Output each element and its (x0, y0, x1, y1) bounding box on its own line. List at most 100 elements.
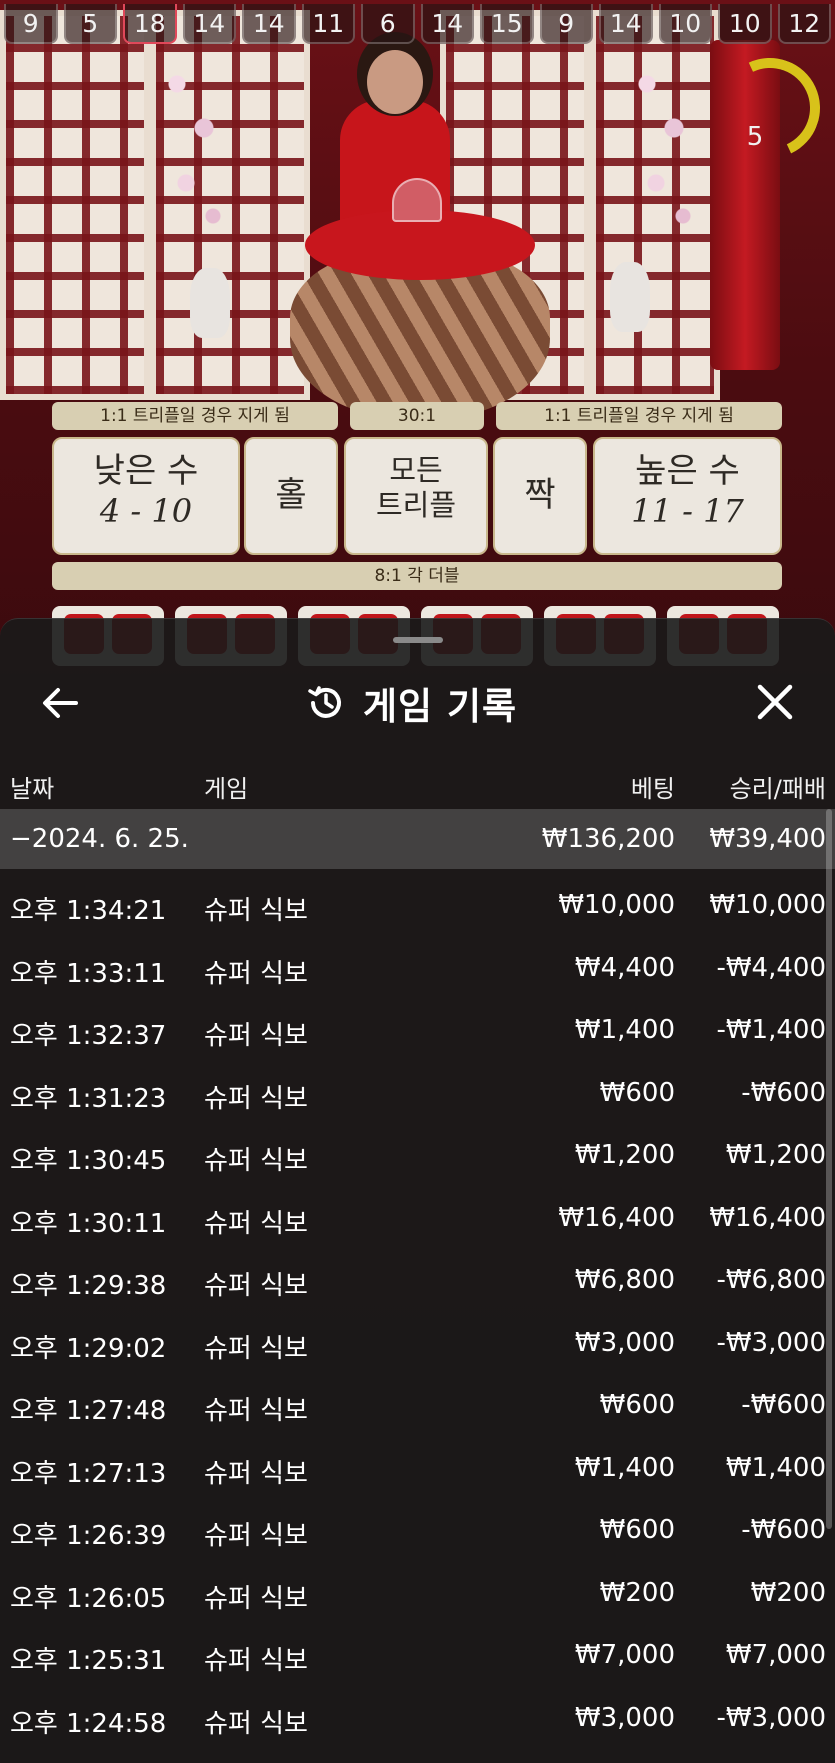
column-game: 게임 (204, 775, 249, 803)
table-row[interactable]: 오후 1:32:37 슈퍼 식보 ₩1,400 -₩1,400 (0, 1000, 835, 1063)
row-game: 슈퍼 식보 (204, 1083, 308, 1114)
row-time: 오후 1:30:45 (10, 1146, 167, 1176)
row-time: 오후 1:26:39 (10, 1521, 167, 1551)
bet-odd-label: 홀 (275, 475, 307, 515)
recent-result: 14 (242, 4, 296, 44)
bet-any-triple-line1: 모든 (389, 453, 443, 487)
recent-result: 14 (599, 4, 653, 44)
table-row[interactable]: 오후 1:26:39 슈퍼 식보 ₩600 -₩600 (0, 1500, 835, 1563)
scrollbar[interactable] (826, 809, 832, 1529)
row-bet: ₩4,400 (574, 952, 675, 983)
panel-title-group: 게임 기록 (305, 679, 518, 728)
date-group-row[interactable]: −2024. 6. 25. ₩136,200 ₩39,400 (0, 809, 835, 869)
table-row[interactable]: 오후 1:24:58 슈퍼 식보 ₩3,000 -₩3,000 (0, 1688, 835, 1751)
row-bet: ₩600 (599, 1390, 675, 1420)
table-row[interactable]: 오후 1:25:31 슈퍼 식보 ₩7,000 ₩7,000 (0, 1625, 835, 1688)
small-payout-note: 1:1 트리플일 경우 지게 됨 (52, 402, 338, 430)
history-rows: 오후 1:34:21 슈퍼 식보 ₩10,000 ₩10,000 오후 1:33:11 슈… (0, 869, 835, 1750)
panel-header: 게임 기록 (0, 657, 835, 747)
back-button[interactable] (36, 679, 84, 727)
bet-small-range: 4 - 10 (99, 491, 193, 530)
recent-result: 9 (4, 4, 58, 44)
date-group-bet-total: ₩136,200 (541, 824, 675, 854)
bet-small[interactable]: 낮은 수 4 - 10 (52, 437, 240, 555)
close-button[interactable] (750, 677, 800, 727)
row-bet: ₩1,400 (574, 1015, 675, 1045)
row-result: -₩600 (741, 1390, 826, 1420)
table-row[interactable]: 오후 1:30:45 슈퍼 식보 ₩1,200 ₩1,200 (0, 1125, 835, 1188)
row-result: -₩4,400 (716, 952, 826, 983)
bet-even[interactable]: 짝 (493, 437, 587, 555)
recent-result: 6 (361, 4, 415, 44)
dealer-head (367, 50, 423, 114)
bet-odd[interactable]: 홀 (244, 437, 338, 555)
row-result: -₩600 (741, 1077, 826, 1108)
row-game: 슈퍼 식보 (204, 1583, 308, 1614)
table-row[interactable]: 오후 1:34:21 슈퍼 식보 ₩10,000 ₩10,000 (0, 875, 835, 938)
row-time: 오후 1:34:21 (10, 896, 167, 926)
arrow-left-icon (43, 688, 78, 718)
row-time: 오후 1:29:38 (10, 1271, 167, 1301)
date-group-date: −2024. 6. 25. (10, 824, 189, 854)
row-bet: ₩1,400 (574, 1452, 675, 1483)
row-time: 오후 1:27:48 (10, 1396, 167, 1426)
bet-even-label: 짝 (524, 475, 556, 515)
recent-result: 10 (658, 4, 712, 44)
row-time: 오후 1:31:23 (10, 1083, 167, 1114)
bet-small-label: 낮은 수 (93, 451, 199, 491)
panel-title: 게임 기록 (363, 685, 518, 728)
row-bet: ₩7,000 (574, 1640, 675, 1670)
table-row[interactable]: 오후 1:31:23 슈퍼 식보 ₩600 -₩600 (0, 1063, 835, 1126)
row-time: 오후 1:33:11 (10, 958, 167, 989)
table-header: 날짜 게임 베팅 승리/패배 (0, 759, 835, 809)
row-time: 오후 1:25:31 (10, 1646, 167, 1676)
recent-results-strip: 9 5 18 14 14 11 6 14 15 9 14 10 10 12 (0, 0, 835, 44)
table-row[interactable]: 오후 1:26:05 슈퍼 식보 ₩200 ₩200 (0, 1563, 835, 1626)
column-date: 날짜 (10, 775, 55, 803)
row-result: ₩1,200 (725, 1140, 826, 1170)
recent-result: 14 (420, 4, 474, 44)
recent-result: 12 (777, 4, 831, 44)
row-game: 슈퍼 식보 (204, 1208, 308, 1239)
row-bet: ₩600 (599, 1515, 675, 1545)
row-result: ₩10,000 (709, 890, 826, 920)
row-bet: ₩6,800 (574, 1265, 675, 1295)
row-bet: ₩3,000 (574, 1327, 675, 1358)
timer-countdown: 5 (746, 122, 764, 152)
row-time: 오후 1:30:11 (10, 1208, 167, 1239)
row-result: ₩7,000 (725, 1640, 826, 1670)
table-row[interactable]: 오후 1:27:13 슈퍼 식보 ₩1,400 ₩1,400 (0, 1438, 835, 1501)
row-game: 슈퍼 식보 (204, 1521, 308, 1551)
table-row[interactable]: 오후 1:29:38 슈퍼 식보 ₩6,800 -₩6,800 (0, 1250, 835, 1313)
decor-screen (0, 10, 150, 400)
row-bet: ₩10,000 (558, 890, 675, 920)
row-bet: ₩3,000 (574, 1702, 675, 1733)
close-icon (757, 684, 793, 720)
row-result: ₩1,400 (725, 1452, 826, 1483)
bet-big[interactable]: 높은 수 11 - 17 (593, 437, 782, 555)
big-payout-note: 1:1 트리플일 경우 지게 됨 (496, 402, 782, 430)
table-row[interactable]: 오후 1:30:11 슈퍼 식보 ₩16,400 ₩16,400 (0, 1188, 835, 1251)
column-bet: 베팅 (630, 775, 675, 803)
recent-result: 9 (539, 4, 593, 44)
recent-result: 5 (63, 4, 117, 44)
table-row[interactable]: 오후 1:29:02 슈퍼 식보 ₩3,000 -₩3,000 (0, 1313, 835, 1376)
row-time: 오후 1:29:02 (10, 1333, 167, 1364)
blossom-decor (620, 40, 710, 260)
table-row[interactable]: 오후 1:27:48 슈퍼 식보 ₩600 -₩600 (0, 1375, 835, 1438)
drag-handle[interactable] (393, 637, 443, 643)
recent-result: 11 (301, 4, 355, 44)
history-clock-icon (308, 686, 341, 718)
row-result: -₩600 (741, 1515, 826, 1545)
row-bet: ₩1,200 (574, 1140, 675, 1170)
game-history-panel: 게임 기록 날짜 게임 베팅 승리/패배 −2024. 6. 25. ₩136,… (0, 618, 835, 1763)
row-result: -₩3,000 (716, 1327, 826, 1358)
bet-any-triple-line2: 트리플 (375, 487, 457, 522)
table-row[interactable]: 오후 1:33:11 슈퍼 식보 ₩4,400 -₩4,400 (0, 938, 835, 1001)
recent-result: 15 (480, 4, 534, 44)
bet-any-triple[interactable]: 모든 트리플 (344, 437, 488, 555)
row-game: 슈퍼 식보 (204, 1708, 308, 1739)
blossom-decor (150, 40, 240, 260)
row-game: 슈퍼 식보 (204, 958, 308, 989)
row-game: 슈퍼 식보 (204, 1146, 308, 1176)
